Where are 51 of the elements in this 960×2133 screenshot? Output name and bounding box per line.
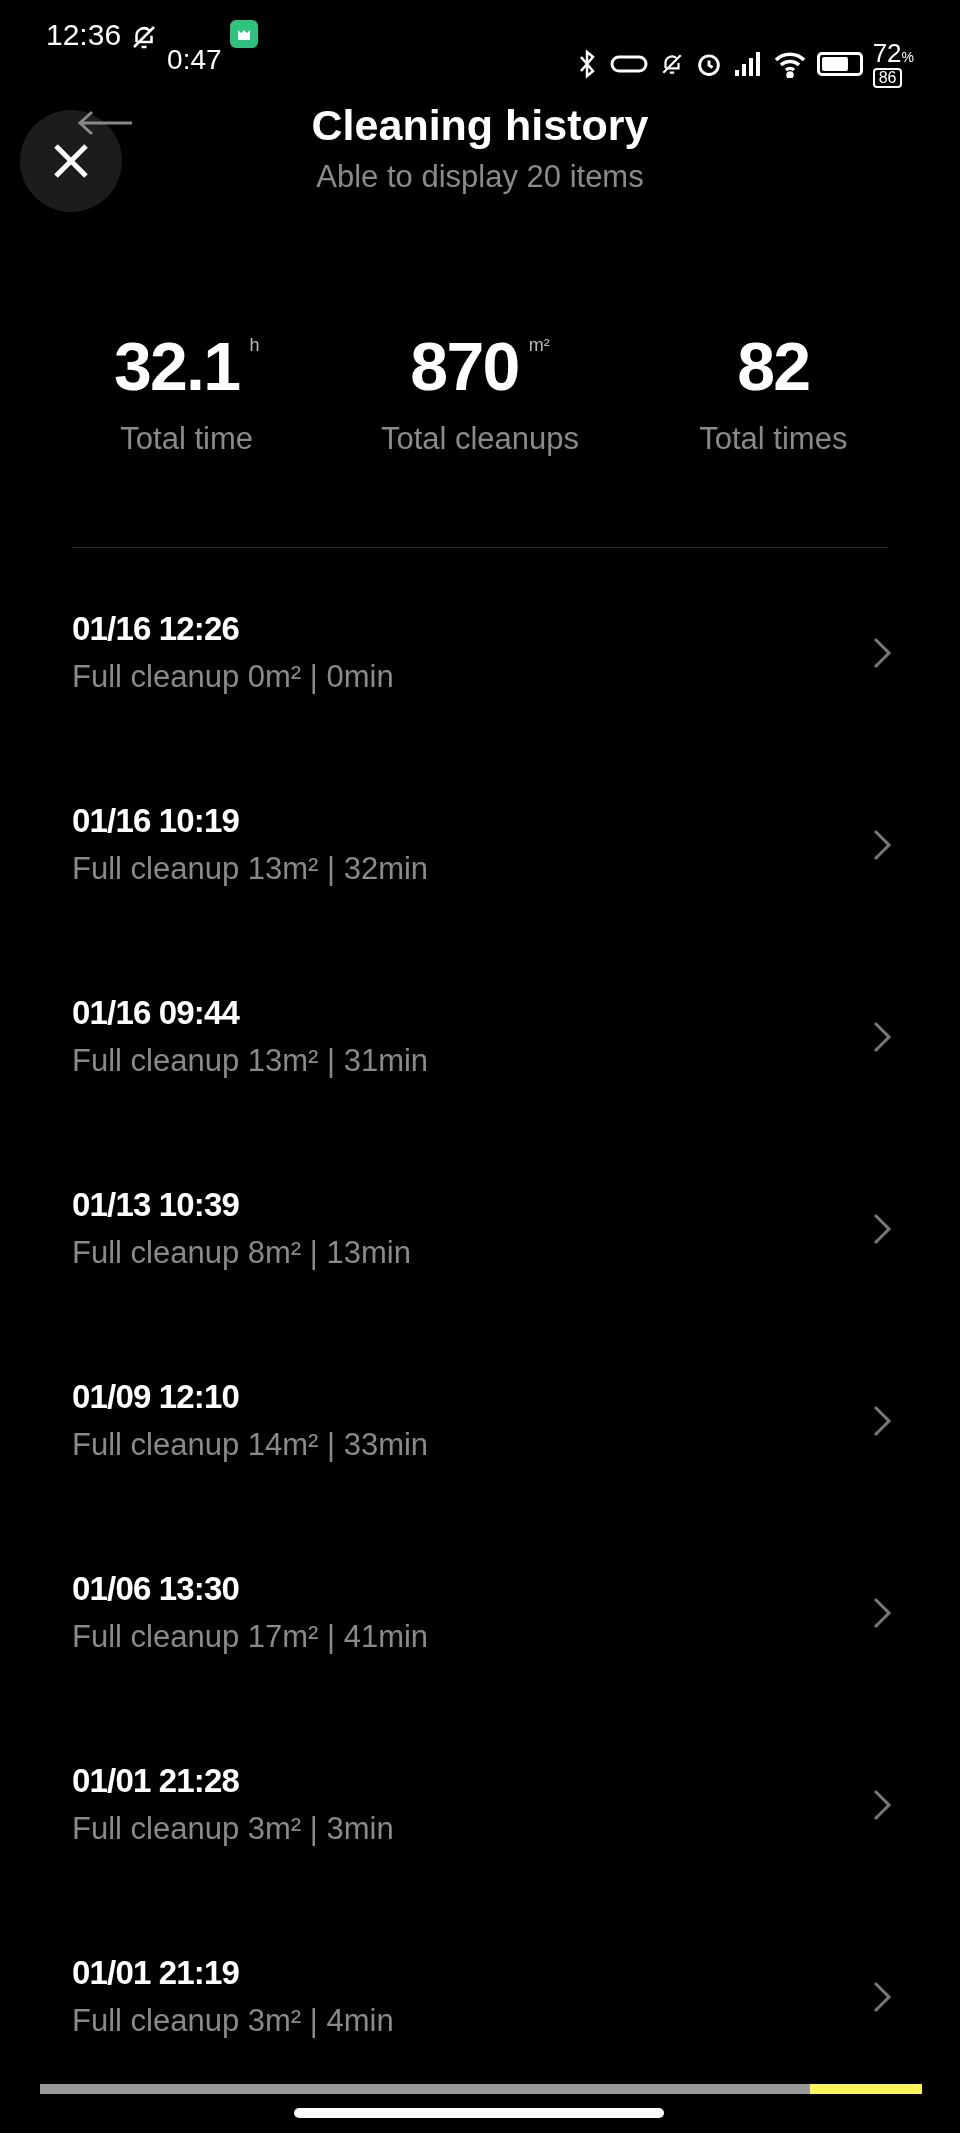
record-summary: Full cleanup 3m² | 3min — [72, 1812, 394, 1844]
history-row[interactable]: 01/06 13:30 Full cleanup 17m² | 41min — [0, 1571, 960, 1764]
wifi-icon — [772, 50, 807, 78]
chevron-right-icon — [872, 1787, 892, 1822]
signal-icon — [732, 50, 763, 78]
history-row[interactable]: 01/16 09:44 Full cleanup 13m² | 31min — [0, 995, 960, 1188]
chevron-right-icon — [872, 635, 892, 670]
history-row[interactable]: 01/01 21:19 Full cleanup 3m² | 4min — [0, 1955, 960, 2133]
page-subtitle: Able to display 20 items — [316, 161, 644, 192]
stat-value: 82 — [737, 332, 810, 400]
history-row[interactable]: 01/16 10:19 Full cleanup 13m² | 32min — [0, 803, 960, 996]
back-arrow-icon[interactable] — [76, 110, 132, 136]
timer-text: 0:47 — [167, 46, 222, 74]
battery-level-badge: 86 — [872, 68, 903, 88]
record-datetime: 01/01 21:19 — [72, 1955, 241, 1989]
history-row[interactable]: 01/16 12:26 Full cleanup 0m² | 0min — [0, 611, 960, 804]
stat-label: Total times — [699, 420, 848, 458]
record-datetime: 01/06 13:30 — [72, 1571, 241, 1605]
record-summary: Full cleanup 8m² | 13min — [72, 1236, 411, 1268]
record-datetime: 01/01 21:28 — [72, 1763, 241, 1797]
chevron-right-icon — [872, 1211, 892, 1246]
clock: 12:36 — [46, 20, 122, 50]
chevron-right-icon — [872, 1019, 892, 1054]
history-row[interactable]: 01/01 21:28 Full cleanup 3m² | 3min — [0, 1763, 960, 1956]
chevron-right-icon — [872, 1979, 892, 2014]
record-summary: Full cleanup 3m² | 4min — [72, 2004, 394, 2036]
record-summary: Full cleanup 0m² | 0min — [72, 660, 394, 692]
record-datetime: 01/09 12:10 — [72, 1379, 241, 1413]
record-datetime: 01/16 09:44 — [72, 995, 241, 1029]
stat-label: Total cleanups — [380, 420, 580, 458]
chevron-right-icon — [872, 827, 892, 862]
record-summary: Full cleanup 14m² | 33min — [72, 1428, 429, 1460]
stat-label: Total time — [120, 420, 253, 458]
record-summary: Full cleanup 13m² | 31min — [72, 1044, 429, 1076]
record-datetime: 01/16 10:19 — [72, 803, 241, 837]
chevron-right-icon — [872, 1403, 892, 1438]
history-row[interactable]: 01/13 10:39 Full cleanup 8m² | 13min — [0, 1187, 960, 1380]
stat-value: 870 — [410, 332, 519, 400]
record-datetime: 01/16 12:26 — [72, 611, 241, 645]
stat-unit: m² — [528, 334, 550, 357]
stat-value: 32.1 — [113, 332, 240, 400]
battery-percent: 72% — [872, 40, 914, 66]
page-title: Cleaning history — [311, 104, 649, 147]
app-notification-icon — [229, 20, 258, 48]
record-datetime: 01/13 10:39 — [72, 1187, 241, 1221]
chevron-right-icon — [872, 1595, 892, 1630]
record-summary: Full cleanup 17m² | 41min — [72, 1620, 429, 1652]
record-summary: Full cleanup 13m² | 32min — [72, 852, 429, 884]
battery-icon — [816, 52, 863, 76]
history-row[interactable]: 01/09 12:10 Full cleanup 14m² | 33min — [0, 1379, 960, 1572]
stat-unit: h — [249, 334, 260, 357]
